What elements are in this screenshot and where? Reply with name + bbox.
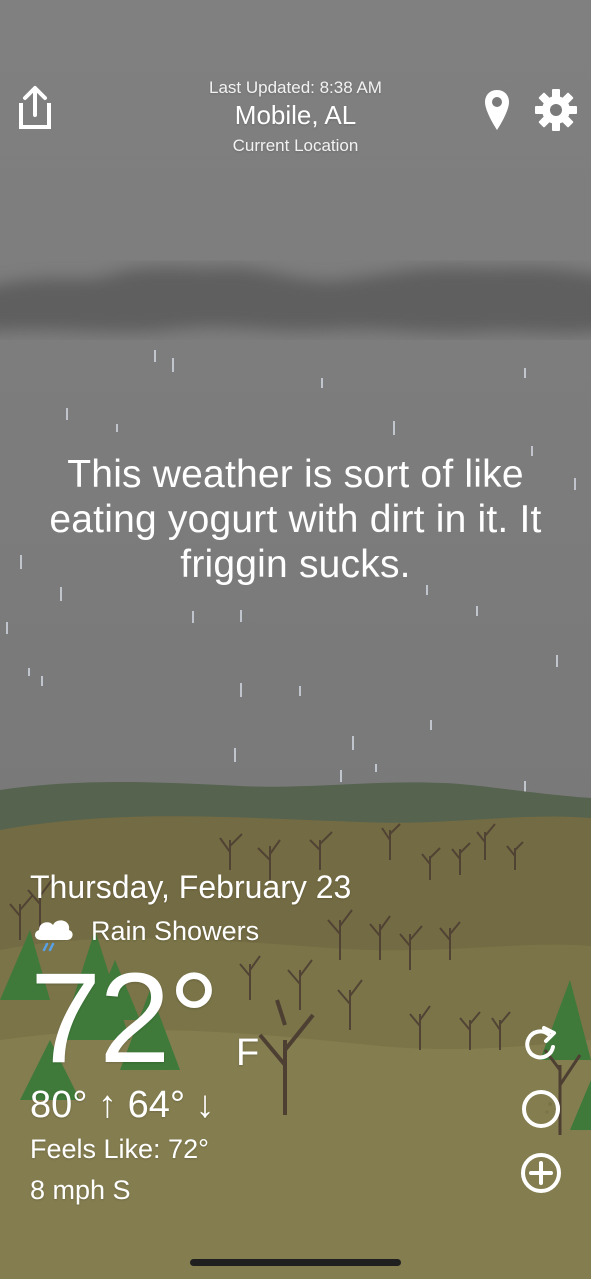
moon-icon — [522, 1090, 560, 1128]
weather-quote: This weather is sort of like eating yogu… — [49, 453, 542, 586]
refresh-icon — [525, 1026, 556, 1060]
condition-label: Rain Showers — [91, 916, 260, 946]
current-temperature: 72° — [30, 947, 220, 1090]
add-icon — [521, 1153, 561, 1193]
temperature-unit[interactable]: F — [236, 1032, 259, 1075]
settings-button[interactable] — [532, 86, 580, 134]
home-indicator[interactable] — [190, 1259, 401, 1266]
location-button[interactable] — [478, 86, 516, 134]
add-location-button[interactable] — [518, 1150, 564, 1196]
gear-icon — [535, 89, 577, 131]
wind-speed: 8 mph S — [30, 1175, 131, 1205]
moon-button[interactable] — [518, 1086, 564, 1132]
forecast-date: Thursday, February 23 — [30, 869, 352, 905]
feels-like: Feels Like: 72° — [30, 1134, 209, 1164]
location-pin-icon — [485, 90, 509, 130]
refresh-button[interactable] — [518, 1022, 564, 1068]
current-location-label: Current Location — [232, 136, 359, 155]
high-low-temperature: 80° ↑ 64° ↓ — [30, 1084, 215, 1126]
